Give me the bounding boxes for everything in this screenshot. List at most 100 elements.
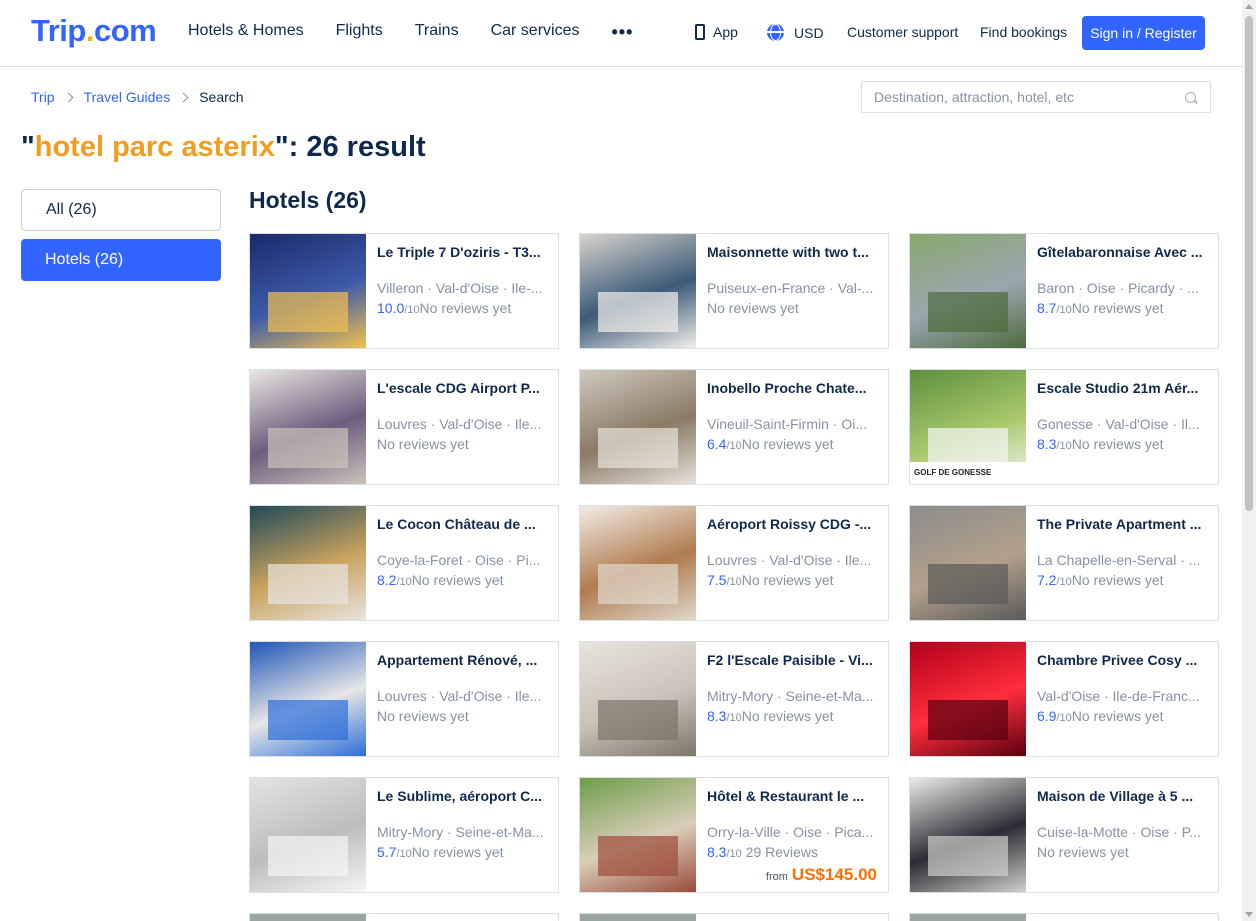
hotel-name[interactable]: Maison de Village à 5 ... bbox=[1037, 788, 1212, 804]
hotel-location: La Chapelle-en-Serval · ... bbox=[1037, 552, 1201, 568]
hotel-photo[interactable] bbox=[910, 506, 1026, 620]
filter-all[interactable]: All (26) bbox=[21, 189, 221, 231]
hotel-photo[interactable] bbox=[580, 370, 696, 484]
hotel-card[interactable]: Aéroport Roissy CDG -... Louvres · Val-d'… bbox=[579, 505, 889, 621]
breadcrumb-travel-guides[interactable]: Travel Guides bbox=[84, 89, 171, 105]
hotel-photo[interactable] bbox=[910, 642, 1026, 756]
hotel-name[interactable]: Appartement Rénové, ... bbox=[377, 652, 552, 668]
hotel-photo[interactable] bbox=[250, 642, 366, 756]
hotel-name[interactable]: F2 l'Escale Paisible - Vi... bbox=[707, 652, 882, 668]
hotel-card[interactable]: F2 l'Escale Paisible - Vi... Mitry-Mory ·… bbox=[579, 641, 889, 757]
hotel-rating: 7.5/10No reviews yet bbox=[707, 572, 882, 588]
app-link[interactable]: App bbox=[695, 24, 738, 40]
scroll-down-arrow-icon[interactable] bbox=[1245, 912, 1253, 917]
nav-hotels-homes[interactable]: Hotels & Homes bbox=[188, 22, 304, 43]
hotel-info: Maison de Village à 5 ... Cuise-la-Motte … bbox=[1037, 788, 1212, 860]
scroll-up-arrow-icon[interactable] bbox=[1245, 4, 1253, 9]
rating-score: 10.0 bbox=[377, 300, 405, 316]
hotel-card[interactable]: Chambre Privee Cosy ... Val-d'Oise · Ile-… bbox=[909, 641, 1219, 757]
currency-selector[interactable]: USD bbox=[767, 24, 824, 41]
hotel-card[interactable]: Hôtel & Restaurant le ... Orry-la-Ville ·… bbox=[579, 777, 889, 893]
review-count: No reviews yet bbox=[419, 300, 512, 316]
phone-icon bbox=[695, 24, 705, 40]
review-count: No reviews yet bbox=[741, 572, 834, 588]
hotel-card[interactable]: Le Sublime, aéroport C... Mitry-Mory · Se… bbox=[249, 777, 559, 893]
search-icon[interactable] bbox=[1185, 92, 1196, 103]
hotel-card[interactable]: Gîtelabaronnaise Avec ... Baron · Oise · … bbox=[909, 233, 1219, 349]
nav-flights[interactable]: Flights bbox=[336, 22, 383, 43]
hotel-rating: 8.3/10 29 Reviews bbox=[707, 844, 882, 860]
hotel-name[interactable]: Le Triple 7 D'oziris - T3... bbox=[377, 244, 552, 260]
hotel-name[interactable]: The Private Apartment ... bbox=[1037, 516, 1212, 532]
hotel-name[interactable]: L'escale CDG Airport P... bbox=[377, 380, 552, 396]
hotel-rating: No reviews yet bbox=[377, 436, 552, 452]
hotel-card[interactable]: The Private Apartment ... La Chapelle-en-… bbox=[909, 505, 1219, 621]
rating-scale: /10 bbox=[396, 576, 412, 588]
sign-in-button[interactable]: Sign in / Register bbox=[1082, 16, 1205, 50]
hotel-photo[interactable] bbox=[910, 778, 1026, 892]
hotel-photo[interactable] bbox=[250, 778, 366, 892]
hotel-location: Vineuil-Saint-Firmin · Oi... bbox=[707, 416, 868, 432]
find-bookings-link[interactable]: Find bookings bbox=[980, 24, 1067, 40]
hotel-name[interactable]: Gîtelabaronnaise Avec ... bbox=[1037, 244, 1212, 260]
hotel-photo[interactable] bbox=[910, 234, 1026, 348]
hotel-name[interactable]: Le Sublime, aéroport C... bbox=[377, 788, 552, 804]
hotel-card[interactable]: Inobello Proche Chate... Vineuil-Saint-Fi… bbox=[579, 369, 889, 485]
hotel-card[interactable]: Maison de Village à 5 ... Cuise-la-Motte … bbox=[909, 777, 1219, 893]
hotel-photo[interactable] bbox=[910, 914, 1026, 921]
hotel-card[interactable]: Le Triple 7 D'oziris - T3... Villeron · V… bbox=[249, 233, 559, 349]
hotel-name[interactable]: Aéroport Roissy CDG -... bbox=[707, 516, 882, 532]
hotel-name[interactable]: Chambre Privee Cosy ... bbox=[1037, 652, 1212, 668]
price-amount: US$145.00 bbox=[791, 865, 877, 884]
hotel-name[interactable]: Inobello Proche Chate... bbox=[707, 380, 882, 396]
scroll-thumb[interactable] bbox=[1245, 16, 1253, 511]
hotel-name[interactable]: Le Cocon Château de ... bbox=[377, 516, 552, 532]
hotel-card-partial[interactable] bbox=[579, 913, 889, 921]
hotel-photo[interactable] bbox=[250, 506, 366, 620]
hotel-photo[interactable] bbox=[580, 506, 696, 620]
hotel-card[interactable]: Le Cocon Château de ... Coye-la-Foret · O… bbox=[249, 505, 559, 621]
customer-support-link[interactable]: Customer support bbox=[847, 24, 958, 40]
review-count: No reviews yet bbox=[707, 300, 799, 316]
rating-scale: /10 bbox=[726, 440, 742, 452]
rating-score: 8.3 bbox=[707, 844, 727, 860]
hotel-info: Inobello Proche Chate... Vineuil-Saint-Fi… bbox=[707, 380, 882, 452]
hotel-photo[interactable] bbox=[250, 234, 366, 348]
hotel-name[interactable]: Hôtel & Restaurant le ... bbox=[707, 788, 882, 804]
hotel-name[interactable]: Maisonnette with two t... bbox=[707, 244, 882, 260]
hotel-location: Mitry-Mory · Seine-et-Ma... bbox=[707, 688, 874, 704]
filter-hotels[interactable]: Hotels (26) bbox=[21, 239, 221, 281]
hotel-card[interactable]: Appartement Rénové, ... Louvres · Val-d'O… bbox=[249, 641, 559, 757]
hotel-photo[interactable]: GOLF DE GONESSE bbox=[910, 370, 1026, 484]
hotel-photo[interactable] bbox=[250, 370, 366, 484]
hotel-info: Le Sublime, aéroport C... Mitry-Mory · Se… bbox=[377, 788, 552, 860]
hotel-rating: 8.2/10No reviews yet bbox=[377, 572, 552, 588]
hotel-photo[interactable] bbox=[580, 914, 696, 921]
hotel-name[interactable]: Escale Studio 21m Aér... bbox=[1037, 380, 1212, 396]
hotel-card-partial[interactable] bbox=[909, 913, 1219, 921]
review-count: No reviews yet bbox=[741, 708, 834, 724]
hotel-photo[interactable] bbox=[580, 234, 696, 348]
search-input[interactable] bbox=[862, 82, 1172, 112]
breadcrumb-trip[interactable]: Trip bbox=[31, 89, 55, 105]
nav-car-services[interactable]: Car services bbox=[491, 22, 580, 43]
hotel-card-partial[interactable] bbox=[249, 913, 559, 921]
trip-logo[interactable]: Trip.com bbox=[31, 13, 157, 49]
hotel-rating: 8.3/10No reviews yet bbox=[707, 708, 882, 724]
section-title: Hotels (26) bbox=[249, 187, 367, 213]
hotel-info: Appartement Rénové, ... Louvres · Val-d'O… bbox=[377, 652, 552, 724]
hotel-photo[interactable] bbox=[580, 778, 696, 892]
hotel-card[interactable]: GOLF DE GONESSE Escale Studio 21m Aér... G… bbox=[909, 369, 1219, 485]
nav-more-icon[interactable]: ••• bbox=[611, 22, 633, 43]
nav-trains[interactable]: Trains bbox=[415, 22, 459, 43]
rating-scale: /10 bbox=[404, 304, 420, 316]
hotel-info: F2 l'Escale Paisible - Vi... Mitry-Mory ·… bbox=[707, 652, 882, 724]
hotel-photo[interactable] bbox=[250, 914, 366, 921]
hotel-rating: No reviews yet bbox=[377, 708, 552, 724]
hotel-card[interactable]: L'escale CDG Airport P... Louvres · Val-d… bbox=[249, 369, 559, 485]
review-count: No reviews yet bbox=[411, 844, 504, 860]
rating-score: 8.2 bbox=[377, 572, 397, 588]
hotel-card[interactable]: Maisonnette with two t... Puiseux-en-Fran… bbox=[579, 233, 889, 349]
page-scrollbar[interactable] bbox=[1242, 0, 1256, 921]
hotel-photo[interactable] bbox=[580, 642, 696, 756]
